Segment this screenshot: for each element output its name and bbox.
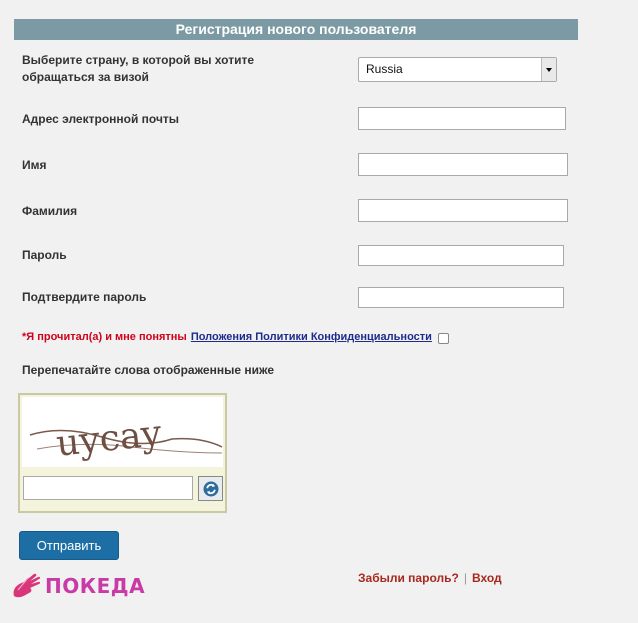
captcha-refresh-button[interactable] [198, 476, 223, 501]
logo-text: ПОКЕДА [45, 574, 146, 598]
privacy-checkbox[interactable] [437, 333, 449, 344]
captcha-word-image: uycay [29, 413, 223, 465]
captcha-image: uycay [22, 397, 223, 467]
login-link[interactable]: Вход [472, 571, 502, 585]
pokeda-logo: ПОКЕДА [10, 570, 145, 602]
email-label: Адрес электронной почты [22, 112, 180, 126]
captcha-widget: uycay [18, 393, 227, 513]
chevron-down-icon[interactable] [541, 58, 556, 81]
registration-page: Регистрация нового пользователя Выберите… [0, 0, 638, 623]
country-select-value: Russia [366, 62, 403, 76]
lastname-label: Фамилия [22, 204, 78, 218]
privacy-agreement: *Я прочитал(а) и мне понятны Положения П… [22, 329, 449, 344]
password-field[interactable] [358, 245, 564, 266]
refresh-icon [203, 481, 218, 496]
country-select[interactable]: Russia [358, 57, 557, 82]
captcha-word: uycay [54, 413, 164, 465]
password-label: Пароль [22, 248, 67, 262]
email-field[interactable] [358, 107, 566, 130]
footer-separator: | [463, 571, 467, 585]
confirm-password-field[interactable] [358, 287, 564, 308]
forgot-password-link[interactable]: Забыли пароль? [358, 571, 459, 585]
captcha-label: Перепечатайте слова отображенные ниже [22, 363, 274, 377]
submit-button[interactable]: Отправить [19, 531, 119, 560]
captcha-input[interactable] [23, 476, 193, 500]
country-label: Выберите страну, в которой вы хотите обр… [22, 53, 255, 84]
privacy-policy-link[interactable]: Положения Политики Конфиденциальности [191, 330, 432, 344]
firstname-label: Имя [22, 158, 47, 172]
confirm-password-label: Подтвердите пароль [22, 290, 147, 304]
firstname-field[interactable] [358, 153, 568, 176]
page-title: Регистрация нового пользователя [14, 19, 578, 40]
hand-logo-icon [13, 573, 41, 598]
lastname-field[interactable] [358, 199, 568, 222]
footer-links: Забыли пароль? | Вход [358, 571, 502, 585]
agreement-text: *Я прочитал(а) и мне понятны [22, 330, 187, 343]
